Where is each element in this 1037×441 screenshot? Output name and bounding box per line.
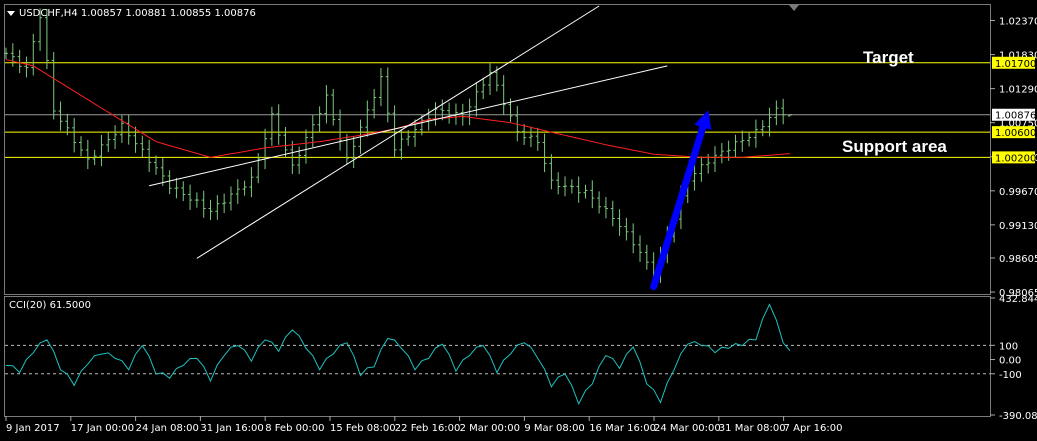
time-tick-label: 24 Mar 00:00 bbox=[654, 423, 721, 434]
price-tick-label: 0.99130 bbox=[999, 221, 1037, 232]
time-tick-label: 31 Jan 16:00 bbox=[200, 423, 263, 434]
time-tick-label: 17 Jan 00:00 bbox=[71, 423, 134, 434]
price-tag-label: 1.00876 bbox=[995, 111, 1036, 122]
time-tick-label: 31 Mar 08:00 bbox=[719, 423, 786, 434]
time-tick-label: 24 Jan 08:00 bbox=[136, 423, 199, 434]
time-tick-label: 22 Feb 16:00 bbox=[395, 423, 461, 434]
time-tick-label: 9 Jan 2017 bbox=[6, 423, 60, 434]
cci-indicator-label: CCI(20) 61.5000 bbox=[9, 300, 91, 311]
symbol-line: USDCHF,H4 1.00857 1.00881 1.00855 1.0087… bbox=[19, 8, 256, 19]
price-tick-label: 0.99670 bbox=[999, 187, 1037, 198]
cci-tick-label: 432.8441 bbox=[999, 294, 1037, 305]
time-tick-label: 7 Apr 16:00 bbox=[784, 423, 843, 434]
price-tick-label: 0.98605 bbox=[999, 254, 1037, 265]
price-tick-label: 1.01290 bbox=[999, 85, 1037, 96]
price-tag-label: 1.00200 bbox=[995, 153, 1036, 164]
cci-tick-label: 100 bbox=[999, 341, 1018, 352]
price-tick-label: 1.02370 bbox=[999, 17, 1037, 28]
cci-tick-label: -100 bbox=[999, 370, 1022, 381]
time-tick-label: 2 Mar 00:00 bbox=[460, 423, 520, 434]
price-tag-label: 1.00600 bbox=[995, 128, 1036, 139]
time-tick-label: 8 Feb 00:00 bbox=[265, 423, 324, 434]
time-tick-label: 16 Mar 16:00 bbox=[589, 423, 656, 434]
target-annotation: Target bbox=[863, 48, 914, 67]
time-tick-label: 9 Mar 08:00 bbox=[524, 423, 584, 434]
cci-tick-label: 0.00 bbox=[999, 356, 1021, 367]
support-annotation: Support area bbox=[842, 137, 947, 156]
cci-tick-label: -390.0889 bbox=[999, 411, 1037, 422]
mt4-chart[interactable]: 1.023701.018301.012901.007501.002100.996… bbox=[0, 0, 1037, 441]
time-tick-label: 15 Feb 08:00 bbox=[330, 423, 396, 434]
price-tag-label: 1.01700 bbox=[995, 59, 1036, 70]
